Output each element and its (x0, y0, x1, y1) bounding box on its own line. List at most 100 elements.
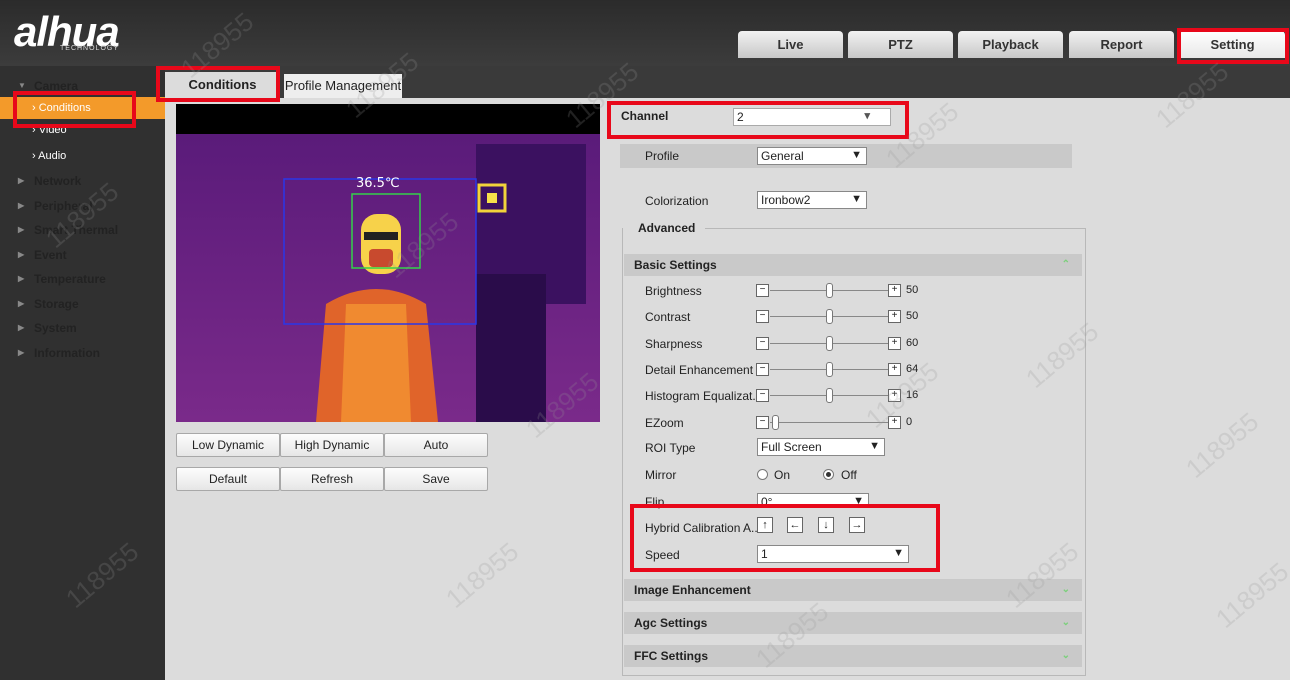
minus-button[interactable]: − (756, 389, 769, 402)
minus-button[interactable]: − (756, 416, 769, 429)
collapse-icon: ⌃ (1061, 259, 1070, 270)
sidebar-label: Information (34, 346, 100, 360)
sidebar-item-storage[interactable]: ▶ Storage (0, 292, 165, 316)
plus-button[interactable]: + (888, 416, 901, 429)
minus-button[interactable]: − (756, 337, 769, 350)
slider-knob[interactable] (826, 309, 833, 324)
chevron-right-icon: › (32, 102, 39, 114)
slider-label: Detail Enhancement (645, 363, 754, 377)
high-dynamic-button[interactable]: High Dynamic (280, 433, 384, 457)
arrow-left-button[interactable]: ← (787, 517, 803, 533)
sidebar-item-video[interactable]: › Video (0, 119, 165, 141)
sidebar-item-smart-thermal[interactable]: ▶ Smart Thermal (0, 218, 165, 242)
thermal-image (176, 104, 600, 422)
temperature-label: 36.5℃ (356, 176, 400, 191)
minus-button[interactable]: − (756, 363, 769, 376)
roi-type-value: Full Screen (761, 440, 822, 454)
slider-control[interactable]: − +64 (756, 362, 936, 378)
roi-type-select[interactable]: Full Screen ▼ (757, 438, 885, 456)
minus-button[interactable]: − (756, 310, 769, 323)
slider-knob[interactable] (826, 283, 833, 298)
plus-button[interactable]: + (888, 310, 901, 323)
triangle-right-icon: ▶ (18, 274, 25, 283)
section-title: FFC Settings (634, 649, 708, 663)
section-title: Basic Settings (634, 258, 717, 272)
mirror-on-radio[interactable] (757, 469, 768, 480)
profile-label: Profile (645, 149, 680, 163)
sidebar-item-temperature[interactable]: ▶ Temperature (0, 267, 165, 291)
arrow-down-button[interactable]: ↓ (818, 517, 834, 533)
channel-select[interactable]: 2 ▾ (733, 108, 891, 126)
plus-button[interactable]: + (888, 389, 901, 402)
roi-type-label: ROI Type (645, 441, 696, 455)
flip-select[interactable]: 0° ▼ (757, 493, 869, 507)
mirror-label: Mirror (645, 468, 677, 482)
plus-button[interactable]: + (888, 284, 901, 297)
tab-profile-management[interactable]: Profile Management (284, 74, 402, 98)
auto-button[interactable]: Auto (384, 433, 488, 457)
watermark: 118955 (1209, 556, 1290, 634)
sidebar-label: Network (34, 174, 82, 188)
sidebar-item-event[interactable]: ▶ Event (0, 243, 165, 267)
nav-setting[interactable]: Setting (1180, 31, 1285, 58)
arrow-right-button[interactable]: → (849, 517, 865, 533)
speed-select[interactable]: 1 ▼ (757, 545, 909, 563)
refresh-button[interactable]: Refresh (280, 467, 384, 491)
sidebar-item-conditions[interactable]: › Conditions (0, 97, 165, 119)
slider-track[interactable] (770, 422, 888, 423)
expand-icon: ⌄ (1061, 650, 1070, 661)
watermark: 118955 (439, 536, 525, 614)
logo-subtitle: TECHNOLOGY (60, 45, 120, 52)
agc-settings-header[interactable]: Agc Settings ⌄ (624, 612, 1082, 634)
slider-knob[interactable] (772, 415, 780, 430)
slider-label: EZoom (645, 416, 684, 430)
sidebar-item-system[interactable]: ▶ System (0, 316, 165, 340)
sidebar-item-camera[interactable]: ▼ Camera (0, 74, 165, 98)
sidebar-label: Video (38, 124, 67, 136)
triangle-right-icon: ▶ (18, 348, 25, 357)
sidebar-label: Smart Thermal (34, 223, 119, 237)
slider-control[interactable]: − +60 (756, 336, 936, 352)
sidebar-item-network[interactable]: ▶ Network (0, 169, 165, 193)
slider-control[interactable]: − +50 (756, 283, 936, 299)
triangle-right-icon: ▶ (18, 225, 25, 234)
image-enhancement-header[interactable]: Image Enhancement ⌄ (624, 579, 1082, 601)
triangle-right-icon: ▶ (18, 176, 25, 185)
plus-button[interactable]: + (888, 363, 901, 376)
sidebar-label: Peripheral (34, 199, 93, 213)
slider-knob[interactable] (826, 362, 833, 377)
slider-knob[interactable] (826, 388, 833, 403)
basic-settings-header[interactable]: Basic Settings ⌃ (624, 254, 1082, 276)
tab-conditions[interactable]: Conditions (165, 72, 280, 98)
slider-control[interactable]: − +16 (756, 388, 936, 404)
triangle-right-icon: ▶ (18, 323, 25, 332)
mirror-on-label: On (774, 468, 791, 482)
slider-control[interactable]: − +0 (756, 415, 936, 431)
mirror-off-radio[interactable] (823, 469, 834, 480)
nav-ptz[interactable]: PTZ (848, 31, 953, 58)
sidebar-item-information[interactable]: ▶ Information (0, 341, 165, 365)
slider-value: 50 (906, 310, 919, 322)
arrow-up-button[interactable]: ↑ (757, 517, 773, 533)
low-dynamic-button[interactable]: Low Dynamic (176, 433, 280, 457)
sidebar-label: System (34, 321, 77, 335)
default-button[interactable]: Default (176, 467, 280, 491)
slider-value: 64 (906, 363, 919, 375)
sidebar-item-peripheral[interactable]: ▶ Peripheral (0, 194, 165, 218)
nav-live[interactable]: Live (738, 31, 843, 58)
colorization-select[interactable]: Ironbow2 ▼ (757, 191, 867, 209)
minus-button[interactable]: − (756, 284, 769, 297)
slider-control[interactable]: − +50 (756, 309, 936, 325)
ffc-settings-header[interactable]: FFC Settings ⌄ (624, 645, 1082, 667)
plus-button[interactable]: + (888, 337, 901, 350)
sidebar-item-audio[interactable]: › Audio (0, 145, 165, 167)
profile-select[interactable]: General ▼ (757, 147, 867, 165)
triangle-right-icon: ▶ (18, 299, 25, 308)
slider-knob[interactable] (826, 336, 833, 351)
slider-label: Sharpness (645, 337, 703, 351)
nav-report[interactable]: Report (1069, 31, 1174, 58)
caret-down-icon: ▾ (864, 110, 870, 122)
save-button[interactable]: Save (384, 467, 488, 491)
chevron-down-icon: ▼ (851, 149, 862, 161)
nav-playback[interactable]: Playback (958, 31, 1063, 58)
